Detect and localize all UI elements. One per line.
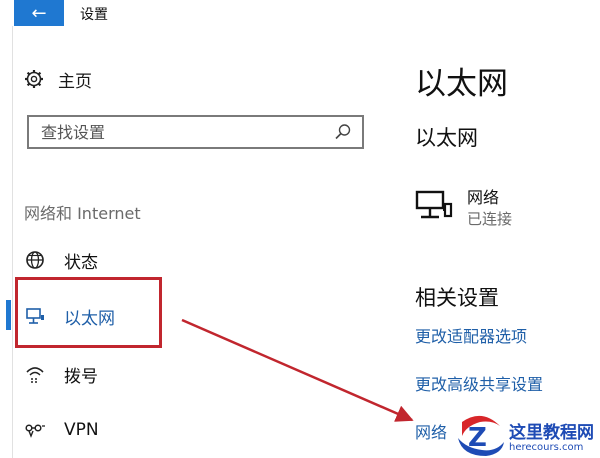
- network-center-link[interactable]: 网络: [415, 419, 447, 443]
- sidebar-item-label: 状态: [64, 252, 98, 273]
- vpn-icon: [24, 419, 46, 441]
- sidebar-item-label: VPN: [64, 420, 99, 440]
- sidebar-item-vpn[interactable]: VPN: [24, 414, 99, 446]
- sidebar-item-label: 拨号: [64, 366, 98, 387]
- network-status[interactable]: 网络 已连接: [415, 188, 512, 230]
- search-input[interactable]: [39, 121, 334, 143]
- sidebar-item-dialup[interactable]: 拨号: [24, 358, 98, 390]
- page-title: 以太网: [415, 66, 508, 102]
- dialup-icon: [24, 363, 46, 385]
- watermark-subtitle: herecours.com: [509, 442, 584, 453]
- back-arrow-icon: ←: [31, 2, 47, 24]
- change-adapter-options-link[interactable]: 更改适配器选项: [415, 323, 527, 347]
- section-subtitle: 以太网: [415, 126, 478, 150]
- back-button[interactable]: ←: [14, 0, 64, 26]
- window-left-border: [12, 26, 13, 458]
- home-label: 主页: [58, 71, 92, 92]
- network-name: 网络: [467, 188, 500, 207]
- network-computer-icon: [415, 190, 455, 224]
- home-nav-item[interactable]: 主页: [24, 66, 92, 92]
- watermark-title: 这里教程网: [509, 423, 594, 443]
- active-indicator: [6, 300, 11, 330]
- gear-icon: [24, 69, 44, 89]
- window-title: 设置: [80, 7, 108, 23]
- search-icon[interactable]: [334, 123, 352, 141]
- change-sharing-settings-link[interactable]: 更改高级共享设置: [415, 371, 543, 395]
- search-box[interactable]: [27, 115, 364, 149]
- svg-text:Z: Z: [468, 423, 487, 453]
- globe-icon: [24, 249, 46, 271]
- annotation-highlight-box: [15, 277, 162, 348]
- sidebar-item-status[interactable]: 状态: [24, 244, 98, 276]
- section-heading: 网络和 Internet: [24, 204, 141, 223]
- title-bar: ← 设置: [0, 0, 600, 30]
- watermark-logo-icon: Z: [458, 415, 504, 456]
- related-settings-heading: 相关设置: [415, 286, 499, 310]
- watermark: Z 这里教程网 herecours.com: [452, 412, 600, 458]
- network-state: 已连接: [467, 210, 513, 228]
